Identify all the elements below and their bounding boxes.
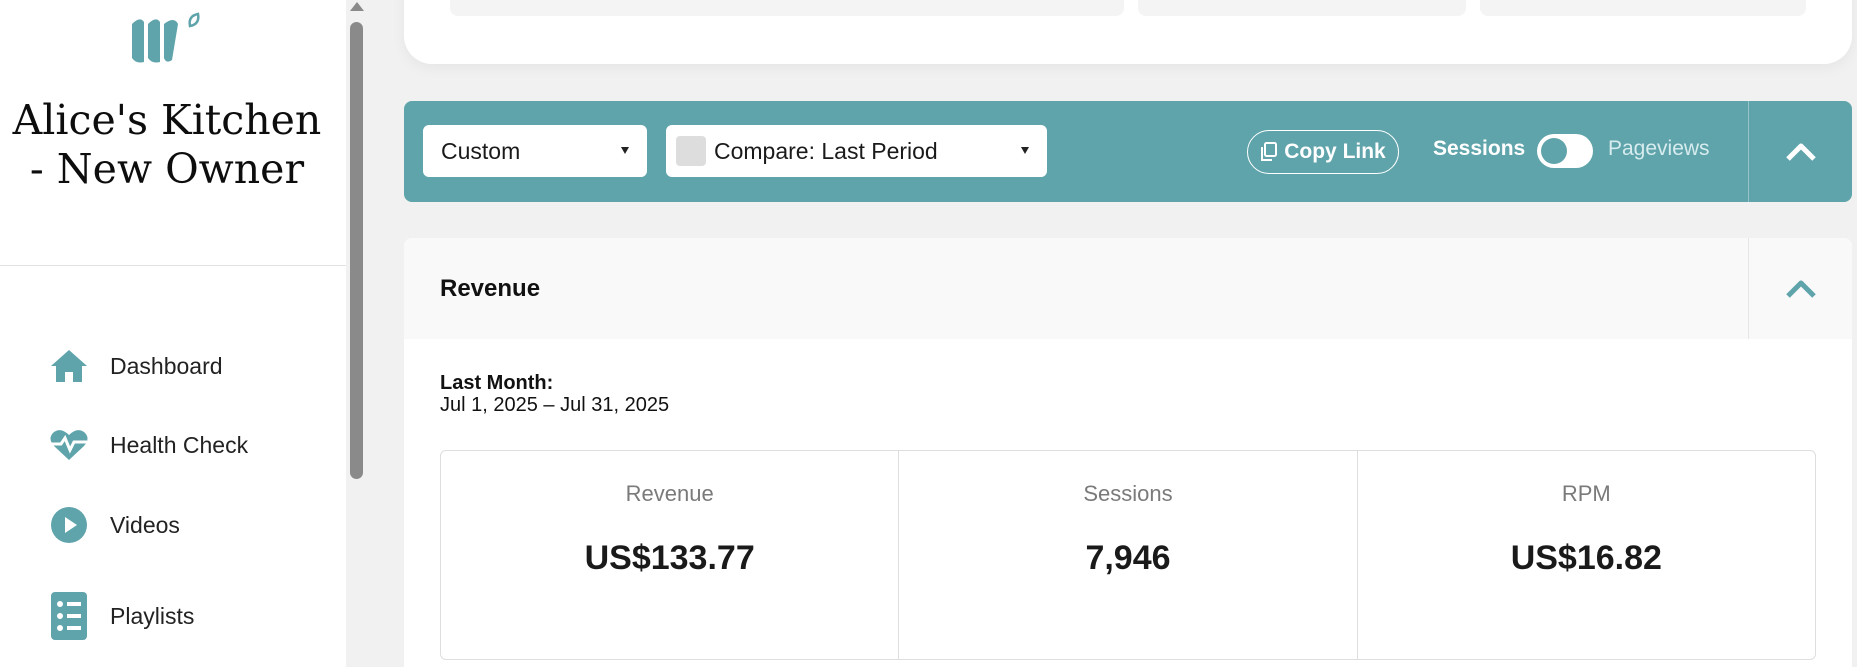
stat-label: Sessions xyxy=(1083,481,1173,506)
revenue-header[interactable]: Revenue xyxy=(404,238,1852,339)
date-range-select[interactable]: Custom xyxy=(423,125,647,177)
list-icon xyxy=(48,592,90,640)
compare-value: Compare: Last Period xyxy=(714,137,938,164)
copy-link-button[interactable]: Copy Link xyxy=(1247,130,1399,174)
site-title: Alice's Kitchen - New Owner xyxy=(12,96,322,193)
stat-value: 7,946 xyxy=(1085,539,1171,577)
period-label: Last Month: xyxy=(440,372,554,394)
toolbar-collapse-button[interactable] xyxy=(1748,101,1852,202)
copy-link-label: Copy Link xyxy=(1284,140,1386,163)
compare-select[interactable]: Compare: Last Period xyxy=(666,125,1047,177)
scroll-up-arrow-icon[interactable] xyxy=(350,2,364,11)
sidebar-item-videos[interactable]: Videos xyxy=(48,499,328,551)
toggle-knob xyxy=(1541,138,1567,164)
period-range: Jul 1, 2025 – Jul 31, 2025 xyxy=(440,394,670,416)
revenue-card: Revenue Last Month: Jul 1, 2025 – Jul 31… xyxy=(404,238,1852,667)
sidebar-item-label: Health Check xyxy=(110,431,249,458)
placeholder-block xyxy=(1138,0,1466,16)
sidebar-item-label: Videos xyxy=(110,511,180,538)
date-range-value: Custom xyxy=(441,137,521,164)
sidebar-item-playlists[interactable]: Playlists xyxy=(48,590,328,642)
stat-sessions: Sessions 7,946 xyxy=(899,451,1358,659)
stat-rpm: RPM US$16.82 xyxy=(1358,451,1815,659)
placeholder-block xyxy=(450,0,1124,16)
filter-toolbar: Custom Compare: Last Period Copy Link Se… xyxy=(404,101,1852,202)
sidebar-item-label: Playlists xyxy=(110,602,195,629)
copy-icon xyxy=(1261,142,1278,161)
stat-label: Revenue xyxy=(625,481,714,506)
brand-logo[interactable] xyxy=(130,12,204,64)
stat-value: US$16.82 xyxy=(1510,539,1662,577)
play-icon xyxy=(48,504,90,546)
sidebar: Alice's Kitchen - New Owner Dashboard He… xyxy=(0,0,346,667)
stats-grid: Revenue US$133.77 Sessions 7,946 RPM US$… xyxy=(440,450,1816,660)
revenue-collapse-button[interactable] xyxy=(1748,238,1852,339)
chevron-up-icon xyxy=(1785,143,1816,161)
sidebar-scroll-thumb[interactable] xyxy=(350,22,363,479)
heartbeat-icon xyxy=(48,424,90,466)
toggle-right-label: Pageviews xyxy=(1608,137,1710,160)
home-icon xyxy=(48,345,90,387)
revenue-title: Revenue xyxy=(440,275,541,302)
stat-revenue: Revenue US$133.77 xyxy=(441,451,900,659)
stat-value: US$133.77 xyxy=(584,539,755,577)
caret-down-icon xyxy=(621,147,629,154)
chevron-up-icon xyxy=(1785,280,1816,298)
stat-label: RPM xyxy=(1561,481,1611,506)
toggle-left-label: Sessions xyxy=(1433,137,1526,160)
compare-color-swatch xyxy=(676,136,706,166)
sidebar-item-dashboard[interactable]: Dashboard xyxy=(48,340,328,392)
caret-down-icon xyxy=(1021,147,1029,154)
sessions-pageviews-toggle[interactable] xyxy=(1537,134,1593,168)
placeholder-block xyxy=(1480,0,1806,16)
sidebar-item-health-check[interactable]: Health Check xyxy=(48,419,328,471)
sidebar-item-label: Dashboard xyxy=(110,352,223,379)
sidebar-divider xyxy=(0,265,346,266)
top-card xyxy=(404,0,1852,64)
